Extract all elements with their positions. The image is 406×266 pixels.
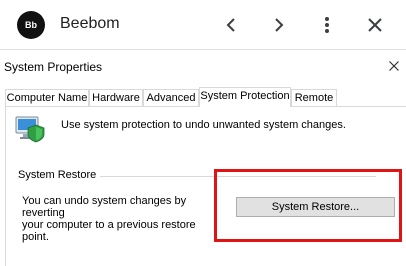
close-icon bbox=[368, 18, 382, 32]
close-button[interactable] bbox=[363, 13, 387, 37]
tab-computer-name[interactable]: Computer Name bbox=[5, 89, 89, 106]
description-line-2: your computer to a previous restore poin… bbox=[22, 219, 196, 243]
tab-remote[interactable]: Remote bbox=[291, 89, 337, 106]
app-name: Beebom bbox=[60, 15, 120, 32]
description-line-1: You can undo system changes by reverting bbox=[22, 195, 187, 219]
avatar[interactable]: Bb bbox=[17, 11, 45, 39]
dialog-close-icon bbox=[389, 61, 399, 71]
forward-icon bbox=[275, 18, 284, 32]
more-vert-icon bbox=[325, 17, 329, 33]
system-properties-dialog: System Properties Computer Name Hardware… bbox=[0, 50, 406, 266]
back-button[interactable] bbox=[219, 13, 243, 37]
dialog-close-button[interactable] bbox=[386, 58, 402, 74]
tab-hardware[interactable]: Hardware bbox=[89, 89, 143, 106]
system-restore-description: You can undo system changes by reverting… bbox=[22, 195, 222, 243]
forward-button[interactable] bbox=[267, 13, 291, 37]
intro-text: Use system protection to undo unwanted s… bbox=[61, 119, 346, 131]
system-restore-button-label: System Restore... bbox=[271, 201, 360, 213]
system-protection-icon bbox=[14, 113, 46, 148]
back-icon bbox=[226, 18, 235, 32]
dialog-title: System Properties bbox=[4, 60, 103, 74]
tab-advanced[interactable]: Advanced bbox=[143, 89, 199, 106]
system-restore-group-label: System Restore bbox=[18, 169, 101, 181]
tab-system-protection[interactable]: System Protection bbox=[199, 87, 291, 107]
dialog-titlebar: System Properties bbox=[0, 50, 406, 84]
browser-topbar: Bb Beebom bbox=[0, 0, 406, 50]
more-button[interactable] bbox=[315, 13, 339, 37]
group-divider bbox=[96, 176, 376, 177]
system-restore-button[interactable]: System Restore... bbox=[236, 197, 395, 217]
